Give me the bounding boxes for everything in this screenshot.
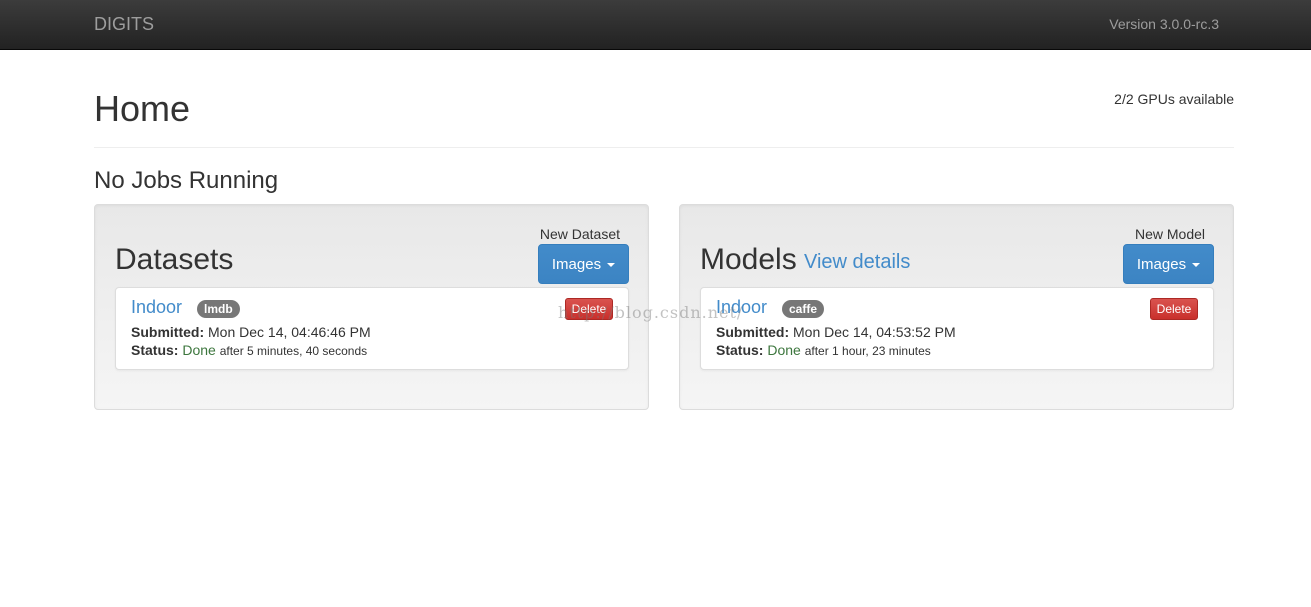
new-dataset-images-button[interactable]: Images	[538, 244, 629, 284]
new-model-label: New Model	[1134, 226, 1205, 242]
datasets-panel: Datasets New Dataset Images Indoor lmdb …	[94, 204, 649, 410]
version-text: Version 3.0.0-rc.3	[1109, 16, 1219, 32]
submitted-row: Submitted: Mon Dec 14, 04:53:52 PM	[716, 324, 956, 340]
status-row: Status: Done after 5 minutes, 40 seconds	[131, 342, 367, 358]
top-navbar: DIGITS Version 3.0.0-rc.3	[0, 0, 1311, 50]
model-job-card: Indoor caffe Delete Submitted: Mon Dec 1…	[700, 287, 1214, 370]
status-duration: after 5 minutes, 40 seconds	[219, 344, 368, 358]
delete-dataset-button[interactable]: Delete	[565, 298, 613, 320]
dataset-job-card: Indoor lmdb Delete Submitted: Mon Dec 14…	[115, 287, 629, 370]
submitted-label: Submitted:	[131, 324, 205, 340]
caret-down-icon	[607, 263, 616, 267]
caret-down-icon	[1192, 263, 1201, 267]
framework-badge: caffe	[782, 300, 825, 318]
dataset-job-link[interactable]: Indoor	[131, 297, 182, 318]
delete-model-button[interactable]: Delete	[1150, 298, 1198, 320]
new-model-images-label: Images	[1136, 255, 1187, 273]
gpu-availability: 2/2 GPUs available	[1114, 91, 1234, 107]
view-details-link[interactable]: View details	[804, 251, 910, 274]
models-panel: Models View details New Model Images Ind…	[679, 204, 1234, 410]
status-value: Done	[767, 342, 801, 358]
header-divider	[94, 147, 1234, 148]
status-label: Status:	[716, 342, 764, 358]
status-value: Done	[182, 342, 216, 358]
submitted-row: Submitted: Mon Dec 14, 04:46:46 PM	[131, 324, 371, 340]
status-duration: after 1 hour, 23 minutes	[804, 344, 931, 358]
status-row: Status: Done after 1 hour, 23 minutes	[716, 342, 931, 358]
page-title: Home	[94, 88, 191, 129]
models-title: Models	[700, 243, 797, 276]
submitted-label: Submitted:	[716, 324, 790, 340]
model-job-link[interactable]: Indoor	[716, 297, 767, 318]
new-dataset-images-label: Images	[551, 255, 602, 273]
submitted-value: Mon Dec 14, 04:46:46 PM	[208, 324, 371, 340]
backend-badge: lmdb	[197, 300, 240, 318]
status-label: Status:	[131, 342, 179, 358]
new-dataset-label: New Dataset	[539, 226, 620, 242]
datasets-title: Datasets	[115, 243, 234, 276]
brand-link[interactable]: DIGITS	[94, 14, 154, 35]
new-model-images-button[interactable]: Images	[1123, 244, 1214, 284]
submitted-value: Mon Dec 14, 04:53:52 PM	[793, 324, 956, 340]
jobs-running-heading: No Jobs Running	[94, 167, 279, 194]
